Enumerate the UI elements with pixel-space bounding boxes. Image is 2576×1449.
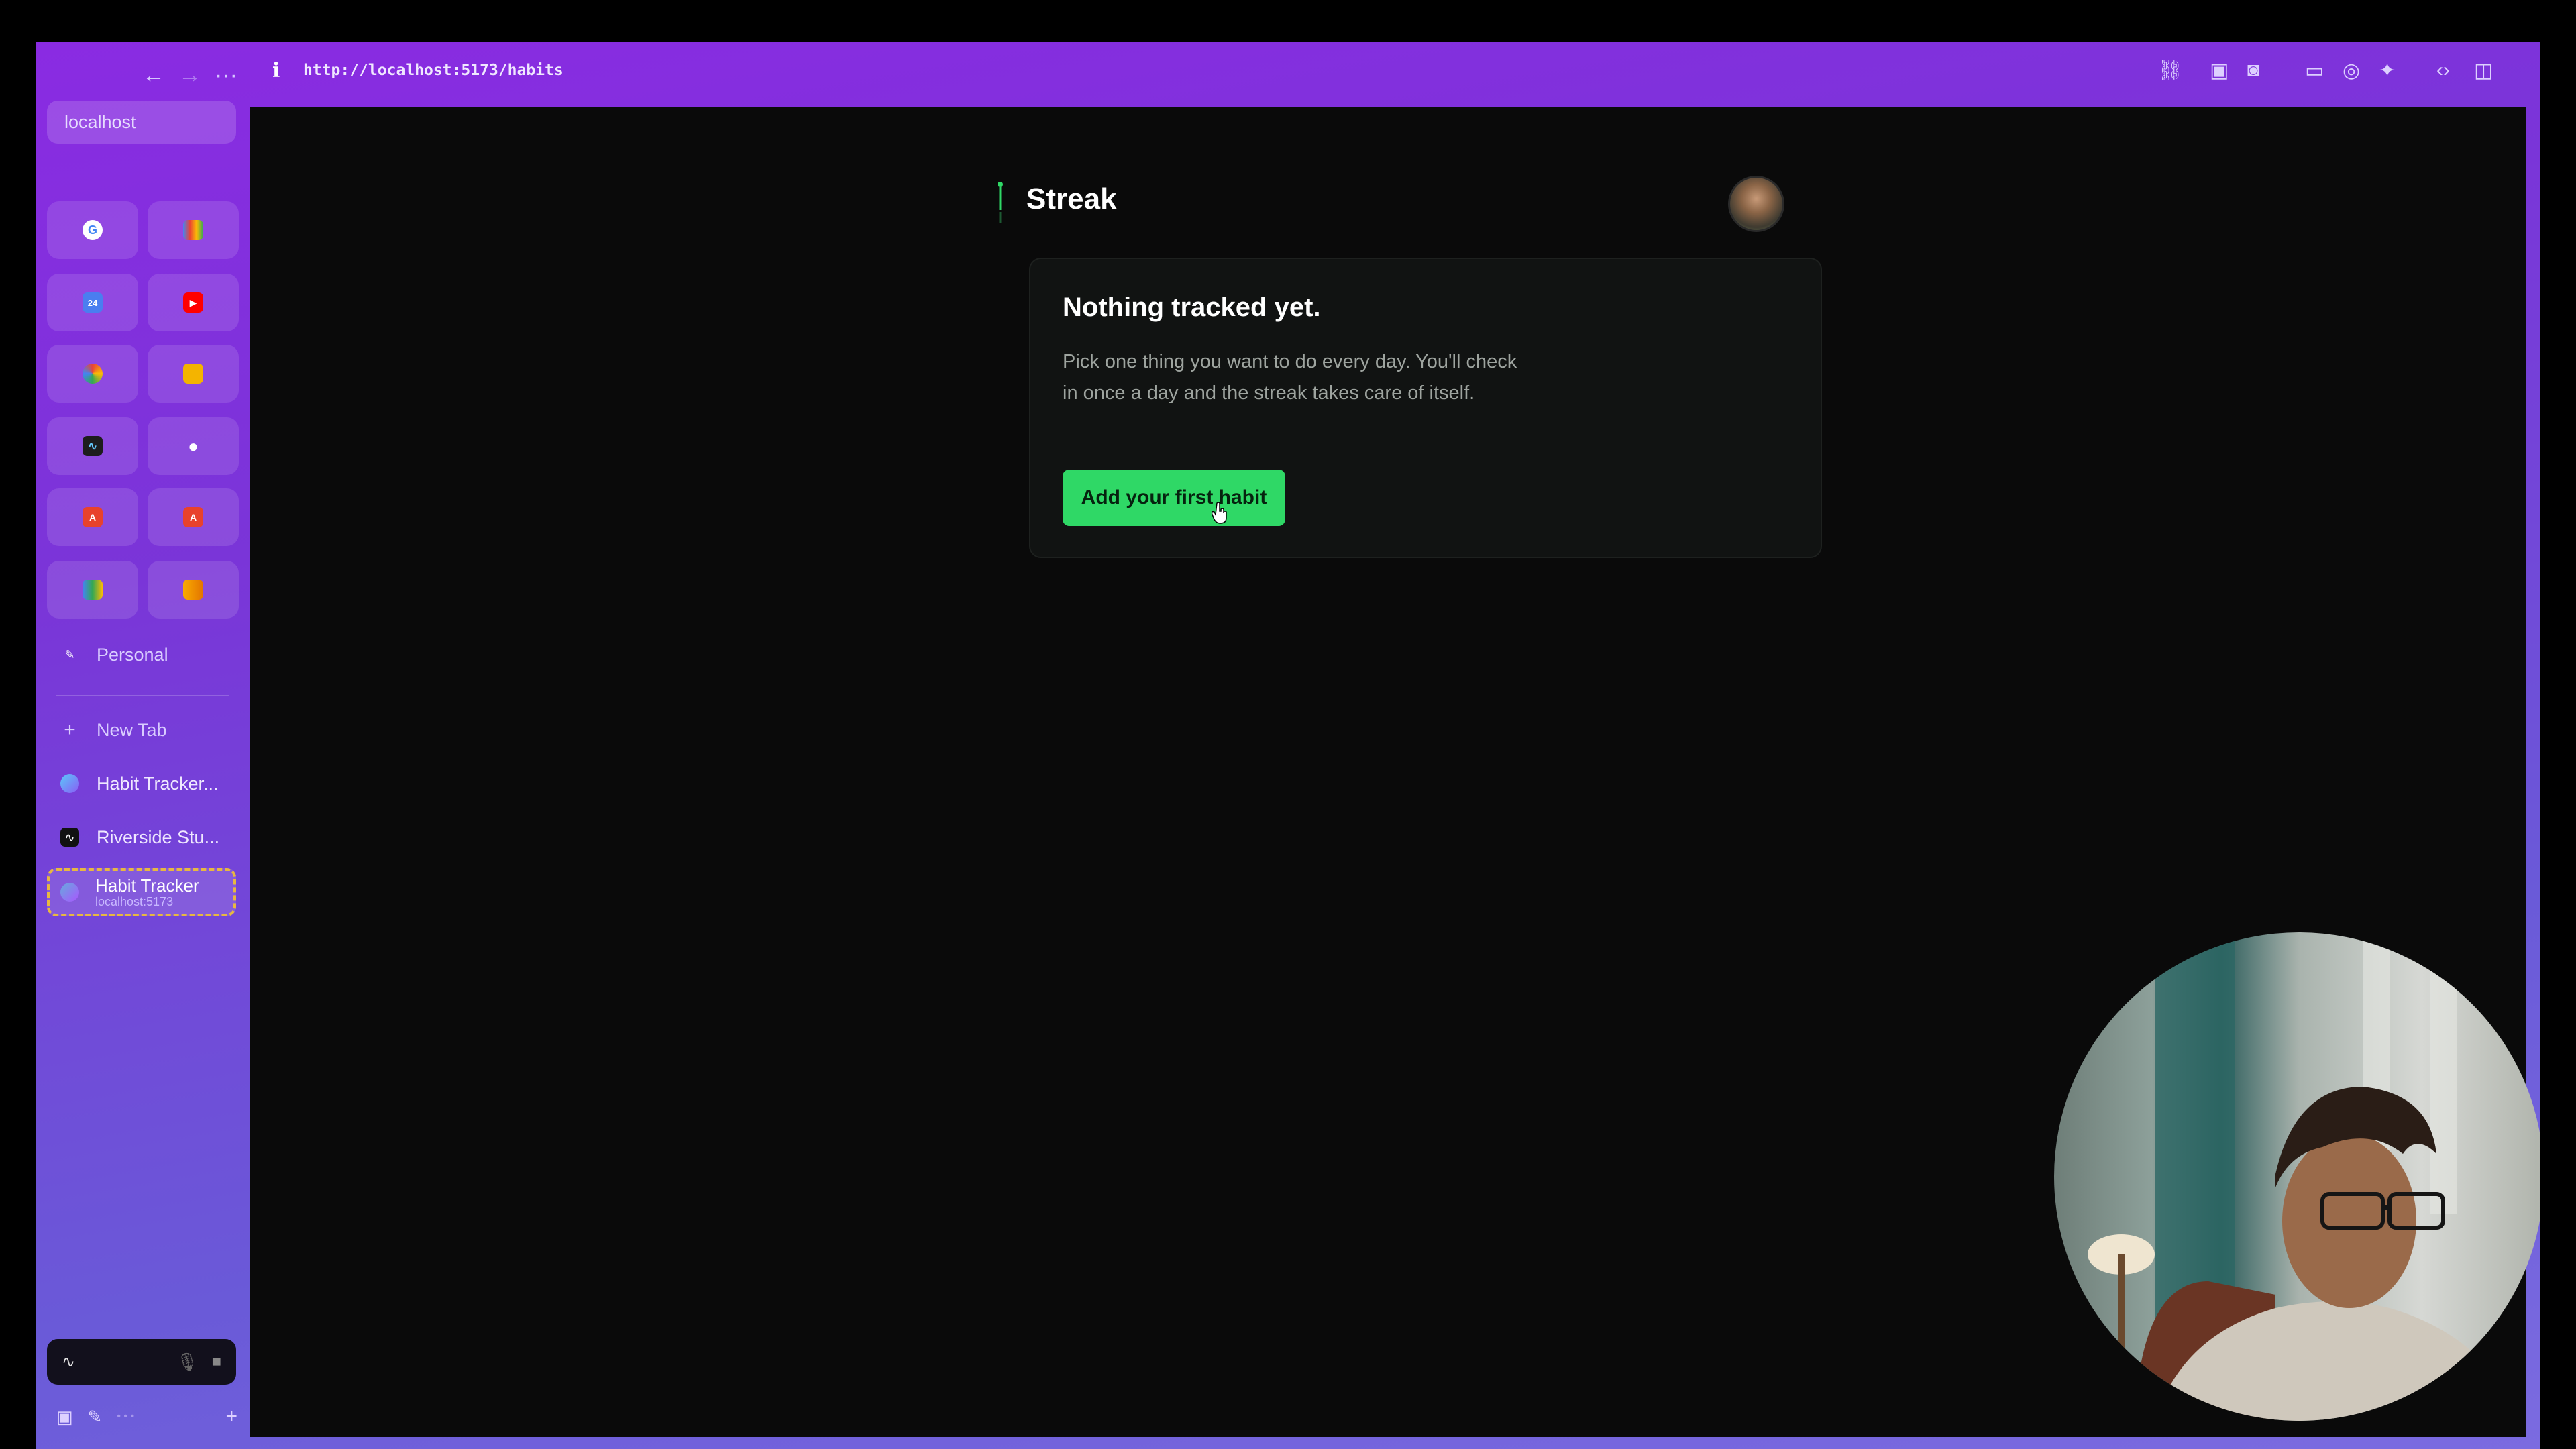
browser-sidebar: ← → ··· localhost G 24 ▶ ∿ ● A A ✎ Perso… (36, 42, 250, 1449)
pinned-pdf-2[interactable]: A (148, 488, 239, 546)
recording-controls: ∿ 🎙︎ ■ (47, 1339, 236, 1385)
user-avatar[interactable] (1728, 176, 1784, 232)
globe-icon[interactable]: ◎ (2343, 59, 2360, 83)
pinned-calendar[interactable]: 24 (47, 274, 138, 331)
camera-icon[interactable]: ◙ (2247, 59, 2259, 82)
tab-favicon-icon (60, 774, 79, 793)
sidebar-divider (56, 695, 229, 696)
code-icon[interactable]: ‹› (2436, 59, 2450, 82)
empty-state-body: Pick one thing you want to do every day.… (1063, 351, 1517, 404)
add-space-icon[interactable]: + (225, 1405, 237, 1428)
pinned-activity[interactable]: ∿ (47, 417, 138, 475)
empty-state-heading: Nothing tracked yet. (1063, 292, 1321, 322)
microphone-icon[interactable]: 🎙︎ (176, 1352, 198, 1373)
hand-cursor-icon (1212, 502, 1227, 524)
tab-title: Habit Tracker... (97, 773, 219, 794)
space-dots-icon[interactable]: • • • (117, 1411, 134, 1423)
camera-icon[interactable]: ■ (212, 1352, 222, 1371)
sidebar-footer: ▣ ✎ • • • + (56, 1403, 237, 1430)
webcam-overlay (2054, 932, 2540, 1421)
youtube-icon: ▶ (183, 292, 203, 313)
browser-toolbar: i http://localhost:5173/habits ⛓ ▣ ◙ ▭ ◎… (250, 42, 2540, 106)
active-tab-url: localhost:5173 (95, 895, 174, 908)
link-icon[interactable]: ⛓ (2157, 59, 2183, 83)
extension-icon[interactable]: ✦ (2379, 59, 2396, 83)
analytics-icon (83, 580, 103, 600)
activity-icon: ∿ (83, 436, 103, 456)
pinned-slides[interactable] (148, 345, 239, 402)
space-switch-icon[interactable]: ✎ (88, 1407, 103, 1428)
sidebar-url-bar[interactable]: localhost (47, 101, 236, 144)
add-first-habit-button[interactable]: Add your first habit (1063, 470, 1285, 526)
pinned-analytics-2[interactable] (148, 561, 239, 619)
tab-favicon-icon (60, 883, 79, 902)
tab-habit-tracker[interactable]: Habit Tracker... (47, 762, 236, 805)
pinned-google-photos[interactable] (47, 345, 138, 402)
archive-icon[interactable]: ▣ (56, 1407, 73, 1428)
google-photos-icon (83, 364, 103, 384)
info-icon[interactable]: i (272, 59, 280, 83)
empty-state-card: Nothing tracked yet. Pick one thing you … (1029, 258, 1822, 558)
split-view-icon[interactable]: ◫ (2474, 59, 2493, 83)
pinned-gmail[interactable] (148, 201, 239, 259)
pdf-icon: A (83, 507, 103, 527)
tab-title: Riverside Stu... (97, 826, 220, 847)
streak-logo-icon (998, 182, 1003, 223)
pinned-google[interactable]: G (47, 201, 138, 259)
waveform-icon: ∿ (62, 1352, 76, 1371)
pinned-analytics[interactable] (47, 561, 138, 619)
gmail-icon (183, 220, 203, 240)
forward-button[interactable]: → (178, 62, 201, 89)
pinned-pdf[interactable]: A (47, 488, 138, 546)
capture-icon[interactable]: ▣ (2210, 59, 2229, 83)
pinned-github[interactable]: ● (148, 417, 239, 475)
plus-icon: + (64, 718, 76, 741)
new-tab-label: New Tab (97, 719, 167, 740)
riverside-icon: ∿ (60, 828, 79, 847)
webcam-person-image (2088, 932, 2524, 1421)
space-label: Personal (97, 644, 168, 665)
tab-riverside[interactable]: ∿ Riverside Stu... (47, 816, 236, 859)
window-icon[interactable]: ▭ (2305, 59, 2324, 83)
analytics-icon (183, 580, 203, 600)
app-title: Streak (1026, 182, 1117, 215)
tab-habit-tracker-active[interactable]: Habit Tracker localhost:5173 (47, 868, 236, 916)
space-icon: ✎ (64, 647, 75, 661)
space-personal[interactable]: ✎ Personal (47, 633, 236, 676)
calendar-icon: 24 (83, 292, 103, 313)
new-tab-button[interactable]: + New Tab (47, 708, 236, 751)
address-bar[interactable]: http://localhost:5173/habits (303, 62, 564, 79)
active-tab-title: Habit Tracker (95, 875, 199, 896)
pinned-youtube[interactable]: ▶ (148, 274, 239, 331)
more-menu-button[interactable]: ··· (215, 62, 237, 89)
pdf-icon: A (183, 507, 203, 527)
slides-icon (183, 364, 203, 384)
back-button[interactable]: ← (142, 62, 165, 89)
github-icon: ● (188, 435, 199, 456)
browser-window: ← → ··· localhost G 24 ▶ ∿ ● A A ✎ Perso… (36, 42, 2540, 1449)
google-icon: G (83, 220, 103, 240)
